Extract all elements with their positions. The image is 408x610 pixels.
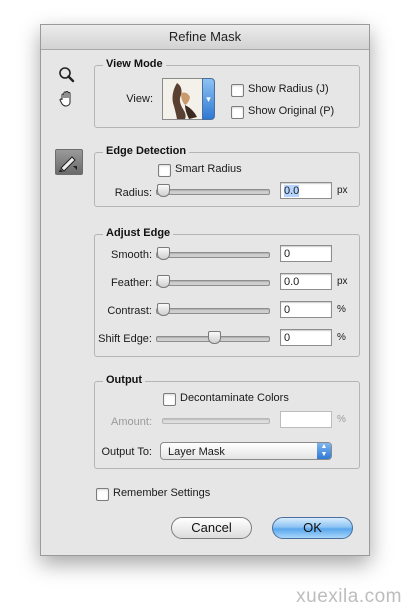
zoom-tool-icon[interactable] — [57, 65, 77, 85]
contrast-field[interactable]: 0 — [280, 301, 332, 318]
feather-field[interactable]: 0.0 — [280, 273, 332, 290]
output-to-value: Layer Mask — [168, 446, 225, 458]
radius-unit: px — [337, 185, 348, 196]
contrast-slider[interactable] — [156, 303, 270, 316]
view-mode-dropdown-arrow[interactable]: ▾ — [202, 78, 215, 120]
refine-radius-tool-icon[interactable] — [55, 149, 83, 175]
show-radius-label: Show Radius (J) — [248, 83, 329, 95]
shift-edge-label: Shift Edge: — [98, 333, 152, 345]
ok-button[interactable]: OK — [272, 517, 353, 539]
contrast-slider-thumb[interactable] — [157, 303, 170, 316]
smooth-field[interactable]: 0 — [280, 245, 332, 262]
show-radius-checkbox[interactable] — [231, 84, 244, 97]
shift-edge-unit: % — [337, 332, 346, 343]
feather-label: Feather: — [111, 277, 152, 289]
output-title: Output — [103, 374, 146, 386]
show-original-checkbox[interactable] — [231, 106, 244, 119]
edge-detection-group: Edge Detection Smart Radius Radius: 0.0 … — [94, 145, 360, 207]
dialog-title: Refine Mask — [41, 25, 369, 50]
smart-radius-checkbox[interactable] — [158, 164, 171, 177]
amount-label: Amount: — [111, 416, 152, 428]
view-label: View: — [126, 93, 153, 105]
show-original-label: Show Original (P) — [248, 105, 335, 117]
output-to-label: Output To: — [101, 446, 152, 458]
decontaminate-colors-checkbox[interactable] — [163, 393, 176, 406]
output-group: Output Decontaminate Colors Amount: % Ou… — [94, 374, 360, 469]
decontaminate-colors-label: Decontaminate Colors — [180, 392, 289, 404]
amount-field — [280, 411, 332, 428]
feather-slider[interactable] — [156, 275, 270, 288]
smart-radius-label: Smart Radius — [175, 163, 242, 175]
amount-slider — [162, 418, 270, 424]
edge-detection-title: Edge Detection — [103, 145, 190, 157]
adjust-edge-title: Adjust Edge — [103, 227, 174, 239]
adjust-edge-group: Adjust Edge Smooth: 0 Feather: 0.0 px Co… — [94, 227, 360, 357]
radius-field[interactable]: 0.0 — [280, 182, 332, 199]
smooth-label: Smooth: — [111, 249, 152, 261]
view-mode-title: View Mode — [103, 58, 166, 70]
radius-slider-thumb[interactable] — [157, 184, 170, 197]
cancel-button[interactable]: Cancel — [171, 517, 252, 539]
view-mode-thumbnail[interactable] — [162, 78, 204, 120]
contrast-unit: % — [337, 304, 346, 315]
feather-slider-thumb[interactable] — [157, 275, 170, 288]
remember-settings-label: Remember Settings — [113, 487, 211, 499]
remember-settings-checkbox[interactable] — [96, 488, 109, 501]
radius-label: Radius: — [114, 187, 152, 199]
select-arrows-icon: ▲ ▼ — [317, 443, 331, 459]
output-to-select[interactable]: Layer Mask ▲ ▼ — [160, 442, 332, 460]
shift-edge-slider-thumb[interactable] — [207, 331, 221, 344]
view-mode-group: View Mode View: ▾ Show Radius (J) Show O… — [94, 58, 360, 128]
shift-edge-slider[interactable] — [156, 331, 270, 344]
hand-tool-icon[interactable] — [57, 89, 77, 109]
contrast-label: Contrast: — [107, 305, 152, 317]
feather-unit: px — [337, 276, 348, 287]
amount-unit: % — [337, 414, 346, 425]
shift-edge-field[interactable]: 0 — [280, 329, 332, 346]
radius-slider[interactable] — [156, 184, 270, 197]
refine-mask-dialog: Refine Mask View Mode View: ▾ Show Radiu… — [40, 24, 370, 556]
radius-value: 0.0 — [284, 185, 300, 197]
watermark: xuexila.com — [296, 586, 402, 607]
smooth-slider-thumb[interactable] — [157, 247, 170, 260]
smooth-slider[interactable] — [156, 247, 270, 260]
